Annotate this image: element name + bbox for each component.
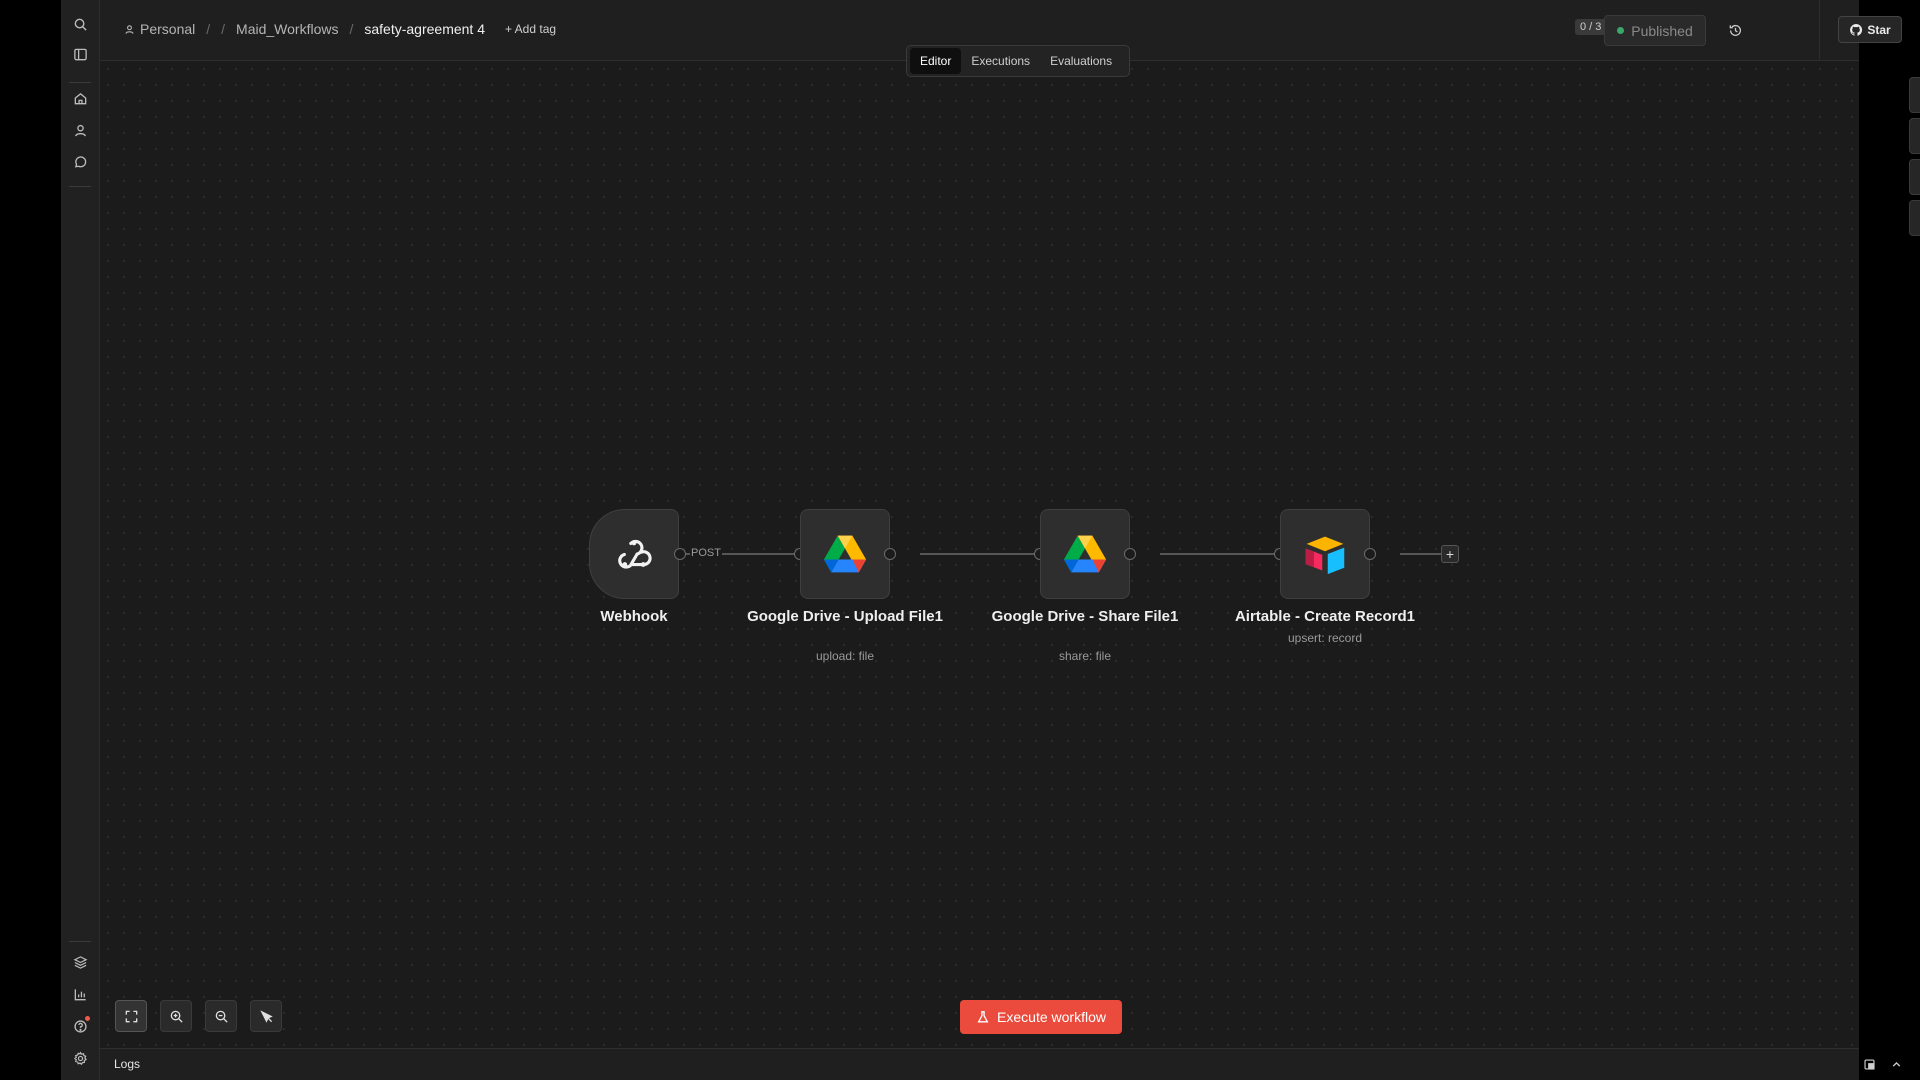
sidebar-divider: [69, 941, 91, 942]
left-sidebar: [61, 0, 100, 1080]
published-status-button[interactable]: Published: [1604, 15, 1706, 46]
pop-out-icon[interactable]: [1861, 1056, 1877, 1072]
breadcrumb-separator: /: [349, 21, 354, 37]
zoom-in-icon: [170, 1010, 183, 1023]
header-divider: [1819, 0, 1820, 60]
node-webhook[interactable]: [589, 509, 679, 599]
search-nodes-button[interactable]: [1909, 118, 1920, 154]
node-subtitle-google-drive-upload: upload: file: [815, 649, 875, 663]
zoom-out-button[interactable]: [205, 1000, 237, 1032]
add-tag-button[interactable]: + Add tag: [505, 22, 556, 36]
logs-label: Logs: [114, 1057, 141, 1071]
output-handle[interactable]: [1124, 548, 1136, 560]
search-icon[interactable]: [68, 12, 92, 36]
node-title-google-drive-share: Google Drive - Share File1: [991, 608, 1179, 625]
add-next-node-button[interactable]: +: [1441, 545, 1459, 563]
tab-executions[interactable]: Executions: [961, 48, 1040, 74]
logs-panel-bar[interactable]: Logs: [100, 1048, 1900, 1080]
fit-view-icon: [125, 1010, 137, 1022]
help-icon[interactable]: [68, 1014, 92, 1038]
zoom-in-button[interactable]: [160, 1000, 192, 1032]
add-node-button[interactable]: [1909, 77, 1920, 113]
star-label: Star: [1867, 22, 1891, 37]
github-icon: [1850, 23, 1863, 36]
node-subtitle-google-drive-share: share: file: [1058, 649, 1112, 663]
node-title-google-drive-upload: Google Drive - Upload File1: [747, 608, 943, 625]
node-airtable-create-record[interactable]: [1280, 509, 1370, 599]
insights-chart-icon[interactable]: [68, 982, 92, 1006]
chevron-up-icon[interactable]: [1888, 1056, 1904, 1072]
workflow-canvas[interactable]: Editor Executions Evaluations POST Webho…: [100, 45, 1920, 1049]
breadcrumb: Personal / / Maid_Workflows / safety-agr…: [124, 21, 556, 37]
connections-layer: [680, 548, 1441, 560]
breadcrumb-separator: /: [221, 21, 226, 37]
toggle-panel-button[interactable]: [1909, 200, 1920, 236]
templates-icon[interactable]: [68, 950, 92, 974]
github-star-button[interactable]: Star: [1838, 16, 1902, 43]
execute-workflow-label: Execute workflow: [997, 1009, 1106, 1025]
sidebar-toggle-icon[interactable]: [68, 42, 92, 66]
view-tabs: Editor Executions Evaluations: [906, 45, 1130, 77]
google-drive-icon: [1063, 535, 1107, 573]
breadcrumb-separator: /: [206, 21, 211, 37]
node-google-drive-share[interactable]: [1040, 509, 1130, 599]
edge-label-method: POST: [690, 547, 722, 559]
output-handle[interactable]: [674, 548, 686, 560]
zoom-out-icon: [215, 1010, 228, 1023]
settings-gear-icon[interactable]: [68, 1046, 92, 1070]
node-google-drive-upload[interactable]: [800, 509, 890, 599]
notification-dot: [85, 1016, 90, 1021]
node-title-airtable: Airtable - Create Record1: [1234, 608, 1416, 625]
workflow-name[interactable]: safety-agreement 4: [364, 21, 485, 37]
user-icon: [125, 24, 134, 34]
webhook-icon: [618, 539, 652, 569]
status-dot: [1617, 27, 1625, 34]
history-icon[interactable]: [1725, 20, 1745, 40]
active-counter-badge: 0 / 3: [1575, 19, 1607, 35]
airtable-icon: [1305, 536, 1345, 575]
sidebar-divider: [69, 186, 91, 187]
google-drive-icon: [823, 535, 867, 573]
chat-icon[interactable]: [68, 150, 92, 174]
sticky-note-button[interactable]: [1909, 159, 1920, 195]
breadcrumb-personal[interactable]: Personal: [124, 21, 195, 37]
user-icon[interactable]: [68, 118, 92, 142]
fit-view-button[interactable]: [115, 1000, 147, 1032]
home-icon[interactable]: [68, 86, 92, 110]
published-label: Published: [1631, 22, 1693, 39]
tidy-up-button[interactable]: [250, 1000, 282, 1032]
sidebar-divider: [69, 82, 91, 83]
output-handle[interactable]: [1364, 548, 1376, 560]
app-window: Personal / / Maid_Workflows / safety-agr…: [61, 0, 1920, 1080]
tab-evaluations[interactable]: Evaluations: [1040, 48, 1122, 74]
wand-icon: [259, 1009, 273, 1023]
node-subtitle-airtable: upsert: record: [1287, 631, 1363, 645]
flask-icon: [977, 1011, 989, 1023]
output-handle[interactable]: [884, 548, 896, 560]
breadcrumb-personal-label: Personal: [140, 21, 196, 37]
execute-workflow-button[interactable]: Execute workflow: [960, 1000, 1122, 1034]
node-title-webhook: Webhook: [600, 608, 668, 625]
breadcrumb-folder[interactable]: Maid_Workflows: [236, 21, 338, 37]
tab-editor[interactable]: Editor: [910, 48, 962, 74]
